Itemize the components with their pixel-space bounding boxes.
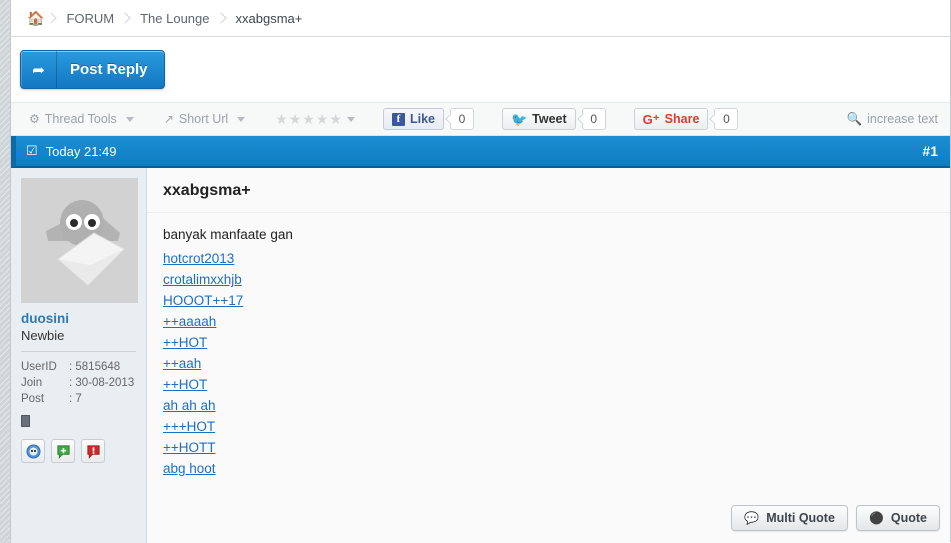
post-title: xxabgsma+ bbox=[147, 168, 950, 213]
red-alert-bubble-icon bbox=[86, 444, 100, 459]
quote-button[interactable]: ⚫ Quote bbox=[855, 505, 940, 531]
user-stat-key: UserID bbox=[21, 361, 57, 373]
user-info-panel: duosini Newbie UserID : 5815648 Join : 3… bbox=[11, 168, 147, 543]
forum-page: 🏠 FORUM The Lounge xxabgsma+ ➦ Post Repl… bbox=[10, 0, 951, 543]
googleplus-share-group: G⁺ Share 0 bbox=[633, 108, 739, 130]
googleplus-icon: G⁺ bbox=[642, 111, 660, 127]
user-stat-number: 5815648 bbox=[75, 361, 121, 373]
user-stat-row: UserID : 5815648 bbox=[21, 359, 136, 375]
thread-toolbar: ⚙ Thread Tools ↗ Short Url ★★★★★ f Like … bbox=[11, 103, 950, 136]
breadcrumb-item-thread[interactable]: xxabgsma+ bbox=[224, 0, 317, 37]
googleplus-share-label: Share bbox=[664, 112, 700, 126]
twitter-tweet-label: Tweet bbox=[532, 112, 567, 126]
avatar[interactable] bbox=[21, 178, 138, 303]
post-link[interactable]: hotcrot2013 bbox=[163, 248, 234, 269]
post-container: duosini Newbie UserID : 5815648 Join : 3… bbox=[11, 168, 950, 543]
chevron-down-icon bbox=[237, 116, 246, 122]
default-avatar-icon bbox=[45, 199, 125, 286]
user-stat-number: 7 bbox=[75, 393, 82, 405]
post-link[interactable]: ++HOTT bbox=[163, 437, 216, 458]
facebook-like-count: 0 bbox=[449, 108, 474, 130]
post-link[interactable]: abg hoot bbox=[163, 458, 216, 479]
user-stat-value: : 30-08-2013 bbox=[69, 375, 134, 391]
twitter-tweet-button[interactable]: 🐦 Tweet bbox=[501, 108, 576, 130]
multi-quote-label: Multi Quote bbox=[766, 511, 835, 525]
thread-tools-label: Thread Tools bbox=[44, 112, 117, 126]
googleplus-share-count: 0 bbox=[714, 108, 739, 130]
breadcrumb-item-forum[interactable]: FORUM bbox=[54, 0, 128, 37]
breadcrumb-label: FORUM bbox=[66, 10, 115, 26]
post-link[interactable]: ++HOT bbox=[163, 332, 207, 353]
post-number[interactable]: #1 bbox=[922, 143, 938, 159]
thread-rating[interactable]: ★★★★★ bbox=[275, 111, 355, 128]
post-intro-text: banyak manfaate gan bbox=[163, 227, 293, 242]
user-rank: Newbie bbox=[21, 328, 65, 343]
user-stat-key: Post bbox=[21, 393, 45, 405]
short-url-label: Short Url bbox=[178, 112, 229, 126]
user-globe-icon bbox=[25, 443, 41, 459]
check-envelope-icon: ☑ bbox=[26, 143, 38, 158]
post-content: xxabgsma+ banyak manfaate gan hotcrot201… bbox=[147, 168, 950, 543]
post-message: banyak manfaate gan hotcrot2013 crotalim… bbox=[147, 213, 950, 505]
facebook-icon: f bbox=[391, 112, 405, 126]
twitter-tweet-count: 0 bbox=[581, 108, 606, 130]
post-link[interactable]: crotalimxxhjb bbox=[163, 269, 242, 290]
breadcrumb: 🏠 FORUM The Lounge xxabgsma+ bbox=[11, 0, 950, 37]
add-reputation-button[interactable] bbox=[51, 439, 75, 463]
home-icon: 🏠 bbox=[27, 10, 45, 26]
reply-arrow-icon: ➦ bbox=[21, 51, 57, 88]
divider bbox=[21, 351, 136, 352]
user-stat-row: Post : 7 bbox=[21, 391, 136, 407]
post-link[interactable]: ah ah ah bbox=[163, 395, 216, 416]
green-plus-bubble-icon bbox=[56, 444, 70, 459]
post-footer: 💬 Multi Quote ⚫ Quote bbox=[147, 505, 950, 543]
breadcrumb-item-lounge[interactable]: The Lounge bbox=[128, 0, 223, 37]
user-profile-button[interactable] bbox=[21, 439, 45, 463]
chevron-down-icon bbox=[346, 116, 355, 122]
reply-bar: ➦ Post Reply bbox=[11, 37, 950, 103]
gear-icon: ⚙ bbox=[29, 112, 40, 126]
post-reply-label: Post Reply bbox=[70, 61, 148, 78]
multi-quote-bubble-icon: 💬 bbox=[744, 511, 760, 525]
post-link[interactable]: HOOOT++17 bbox=[163, 290, 243, 311]
user-award-icon bbox=[21, 415, 30, 427]
star-icons: ★★★★★ bbox=[275, 110, 343, 127]
quote-bubble-icon: ⚫ bbox=[868, 511, 884, 525]
post-timestamp: Today 21:49 bbox=[45, 143, 117, 159]
post-link[interactable]: ++aaaah bbox=[163, 311, 216, 332]
breadcrumb-label: The Lounge bbox=[140, 10, 210, 26]
post-header: ☑ Today 21:49 #1 bbox=[11, 136, 950, 168]
external-link-icon: ↗ bbox=[163, 112, 174, 126]
increase-text-button[interactable]: 🔍 increase text bbox=[847, 112, 938, 127]
multi-quote-button[interactable]: 💬 Multi Quote bbox=[731, 505, 848, 531]
post-reply-button[interactable]: ➦ Post Reply bbox=[20, 50, 165, 89]
facebook-like-label: Like bbox=[409, 112, 435, 126]
breadcrumb-label: xxabgsma+ bbox=[235, 10, 303, 26]
facebook-like-group: f Like 0 bbox=[382, 108, 474, 130]
user-stat-value: : 5815648 bbox=[69, 359, 120, 375]
report-post-button[interactable] bbox=[81, 439, 105, 463]
breadcrumb-home[interactable]: 🏠 bbox=[19, 0, 54, 37]
user-stat-number: 30-08-2013 bbox=[75, 377, 135, 389]
username-link[interactable]: duosini bbox=[21, 311, 136, 326]
user-stat-row: Join : 30-08-2013 bbox=[21, 375, 136, 391]
post-link[interactable]: ++aah bbox=[163, 353, 201, 374]
googleplus-share-button[interactable]: G⁺ Share bbox=[633, 108, 709, 130]
user-stat-key: Join bbox=[21, 377, 43, 389]
user-stat-value: : 7 bbox=[69, 391, 82, 407]
increase-text-label: increase text bbox=[867, 112, 938, 126]
post-link[interactable]: +++HOT bbox=[163, 416, 215, 437]
thread-tools-menu[interactable]: ⚙ Thread Tools bbox=[29, 112, 134, 126]
quote-label: Quote bbox=[890, 511, 927, 525]
twitter-tweet-group: 🐦 Tweet 0 bbox=[501, 108, 606, 130]
post-link[interactable]: ++HOT bbox=[163, 374, 207, 395]
twitter-bird-icon: 🐦 bbox=[510, 111, 528, 127]
chevron-down-icon bbox=[125, 116, 134, 122]
user-action-buttons bbox=[21, 439, 136, 463]
short-url-menu[interactable]: ↗ Short Url bbox=[163, 112, 246, 126]
facebook-like-button[interactable]: f Like bbox=[382, 108, 444, 130]
magnifier-icon: 🔍 bbox=[846, 111, 863, 126]
